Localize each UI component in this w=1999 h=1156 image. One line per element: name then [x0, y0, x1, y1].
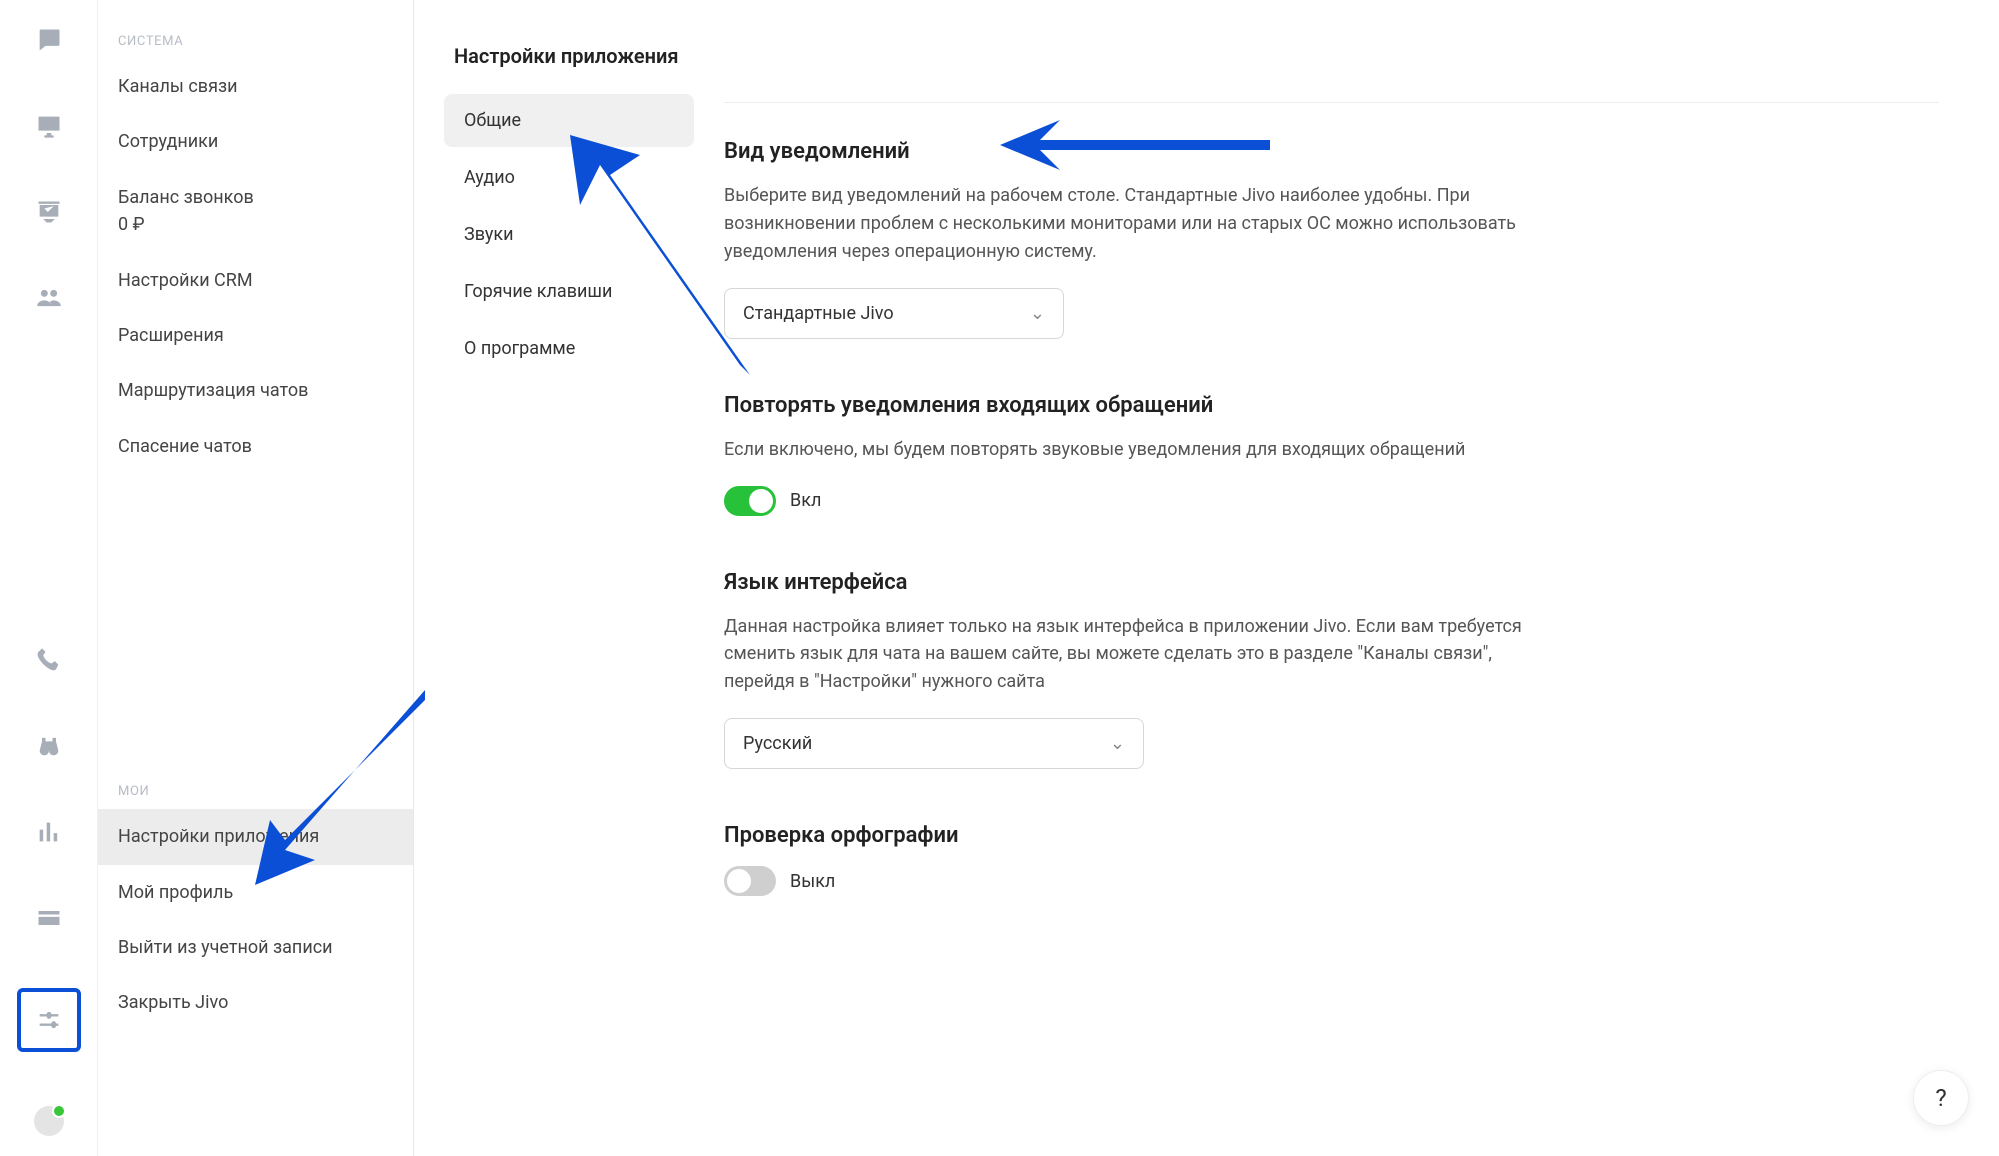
tab-general[interactable]: Общие: [444, 94, 694, 147]
spellcheck-title: Проверка орфографии: [724, 823, 1564, 848]
language-select[interactable]: Русский ⌄: [724, 718, 1144, 769]
monitor-icon[interactable]: [33, 110, 65, 142]
sidebar: СИСТЕМА Каналы связи Сотрудники Баланс з…: [98, 0, 414, 1156]
sidebar-item-close[interactable]: Закрыть Jivo: [98, 975, 413, 1030]
sidebar-item-channels[interactable]: Каналы связи: [98, 59, 413, 114]
phone-icon[interactable]: [33, 644, 65, 676]
sidebar-item-logout[interactable]: Выйти из учетной записи: [98, 920, 413, 975]
presentation-icon[interactable]: [33, 196, 65, 228]
notifications-title: Вид уведомлений: [724, 139, 1564, 164]
language-desc: Данная настройка влияет только на язык и…: [724, 613, 1564, 697]
spellcheck-toggle[interactable]: [724, 866, 776, 896]
settings-icon[interactable]: [17, 988, 81, 1052]
chat-icon[interactable]: [33, 24, 65, 56]
content: Вид уведомлений Выберите вид уведомлений…: [694, 0, 1999, 1156]
sidebar-item-app-settings[interactable]: Настройки приложения: [98, 809, 413, 864]
sidebar-item-rescue[interactable]: Спасение чатов: [98, 419, 413, 474]
sidebar-item-profile[interactable]: Мой профиль: [98, 865, 413, 920]
repeat-toggle[interactable]: [724, 486, 776, 516]
tab-hotkeys[interactable]: Горячие клавиши: [444, 265, 694, 318]
section-notifications: Вид уведомлений Выберите вид уведомлений…: [724, 139, 1564, 339]
tab-audio[interactable]: Аудио: [444, 151, 694, 204]
sidebar-item-crm[interactable]: Настройки CRM: [98, 253, 413, 308]
notifications-desc: Выберите вид уведомлений на рабочем стол…: [724, 182, 1564, 266]
avatar[interactable]: [34, 1106, 64, 1136]
stats-icon[interactable]: [33, 816, 65, 848]
repeat-desc: Если включено, мы будем повторять звуков…: [724, 436, 1564, 464]
tab-sounds[interactable]: Звуки: [444, 208, 694, 261]
tab-about[interactable]: О программе: [444, 322, 694, 375]
section-language: Язык интерфейса Данная настройка влияет …: [724, 570, 1564, 770]
repeat-title: Повторять уведомления входящих обращений: [724, 393, 1564, 418]
sidebar-item-employees[interactable]: Сотрудники: [98, 114, 413, 169]
language-title: Язык интерфейса: [724, 570, 1564, 595]
sidebar-item-balance[interactable]: Баланс звонков 0 ₽: [98, 170, 413, 253]
help-button[interactable]: ?: [1913, 1070, 1969, 1126]
page-title: Настройки приложения: [444, 0, 694, 94]
card-icon[interactable]: [33, 902, 65, 934]
people-icon[interactable]: [33, 282, 65, 314]
icon-rail: [0, 0, 98, 1156]
repeat-toggle-label: Вкл: [790, 490, 821, 511]
section-repeat: Повторять уведомления входящих обращений…: [724, 393, 1564, 516]
sidebar-section-system: СИСТЕМА: [98, 24, 413, 59]
chevron-down-icon: ⌄: [1110, 733, 1125, 754]
sidebar-section-my: МОИ: [98, 774, 413, 809]
notifications-select[interactable]: Стандартные Jivo ⌄: [724, 288, 1064, 339]
chevron-down-icon: ⌄: [1030, 303, 1045, 324]
section-spellcheck: Проверка орфографии Выкл: [724, 823, 1564, 896]
binoculars-icon[interactable]: [33, 730, 65, 762]
spellcheck-toggle-label: Выкл: [790, 871, 835, 892]
sidebar-item-extensions[interactable]: Расширения: [98, 308, 413, 363]
sidebar-item-routing[interactable]: Маршрутизация чатов: [98, 363, 413, 418]
